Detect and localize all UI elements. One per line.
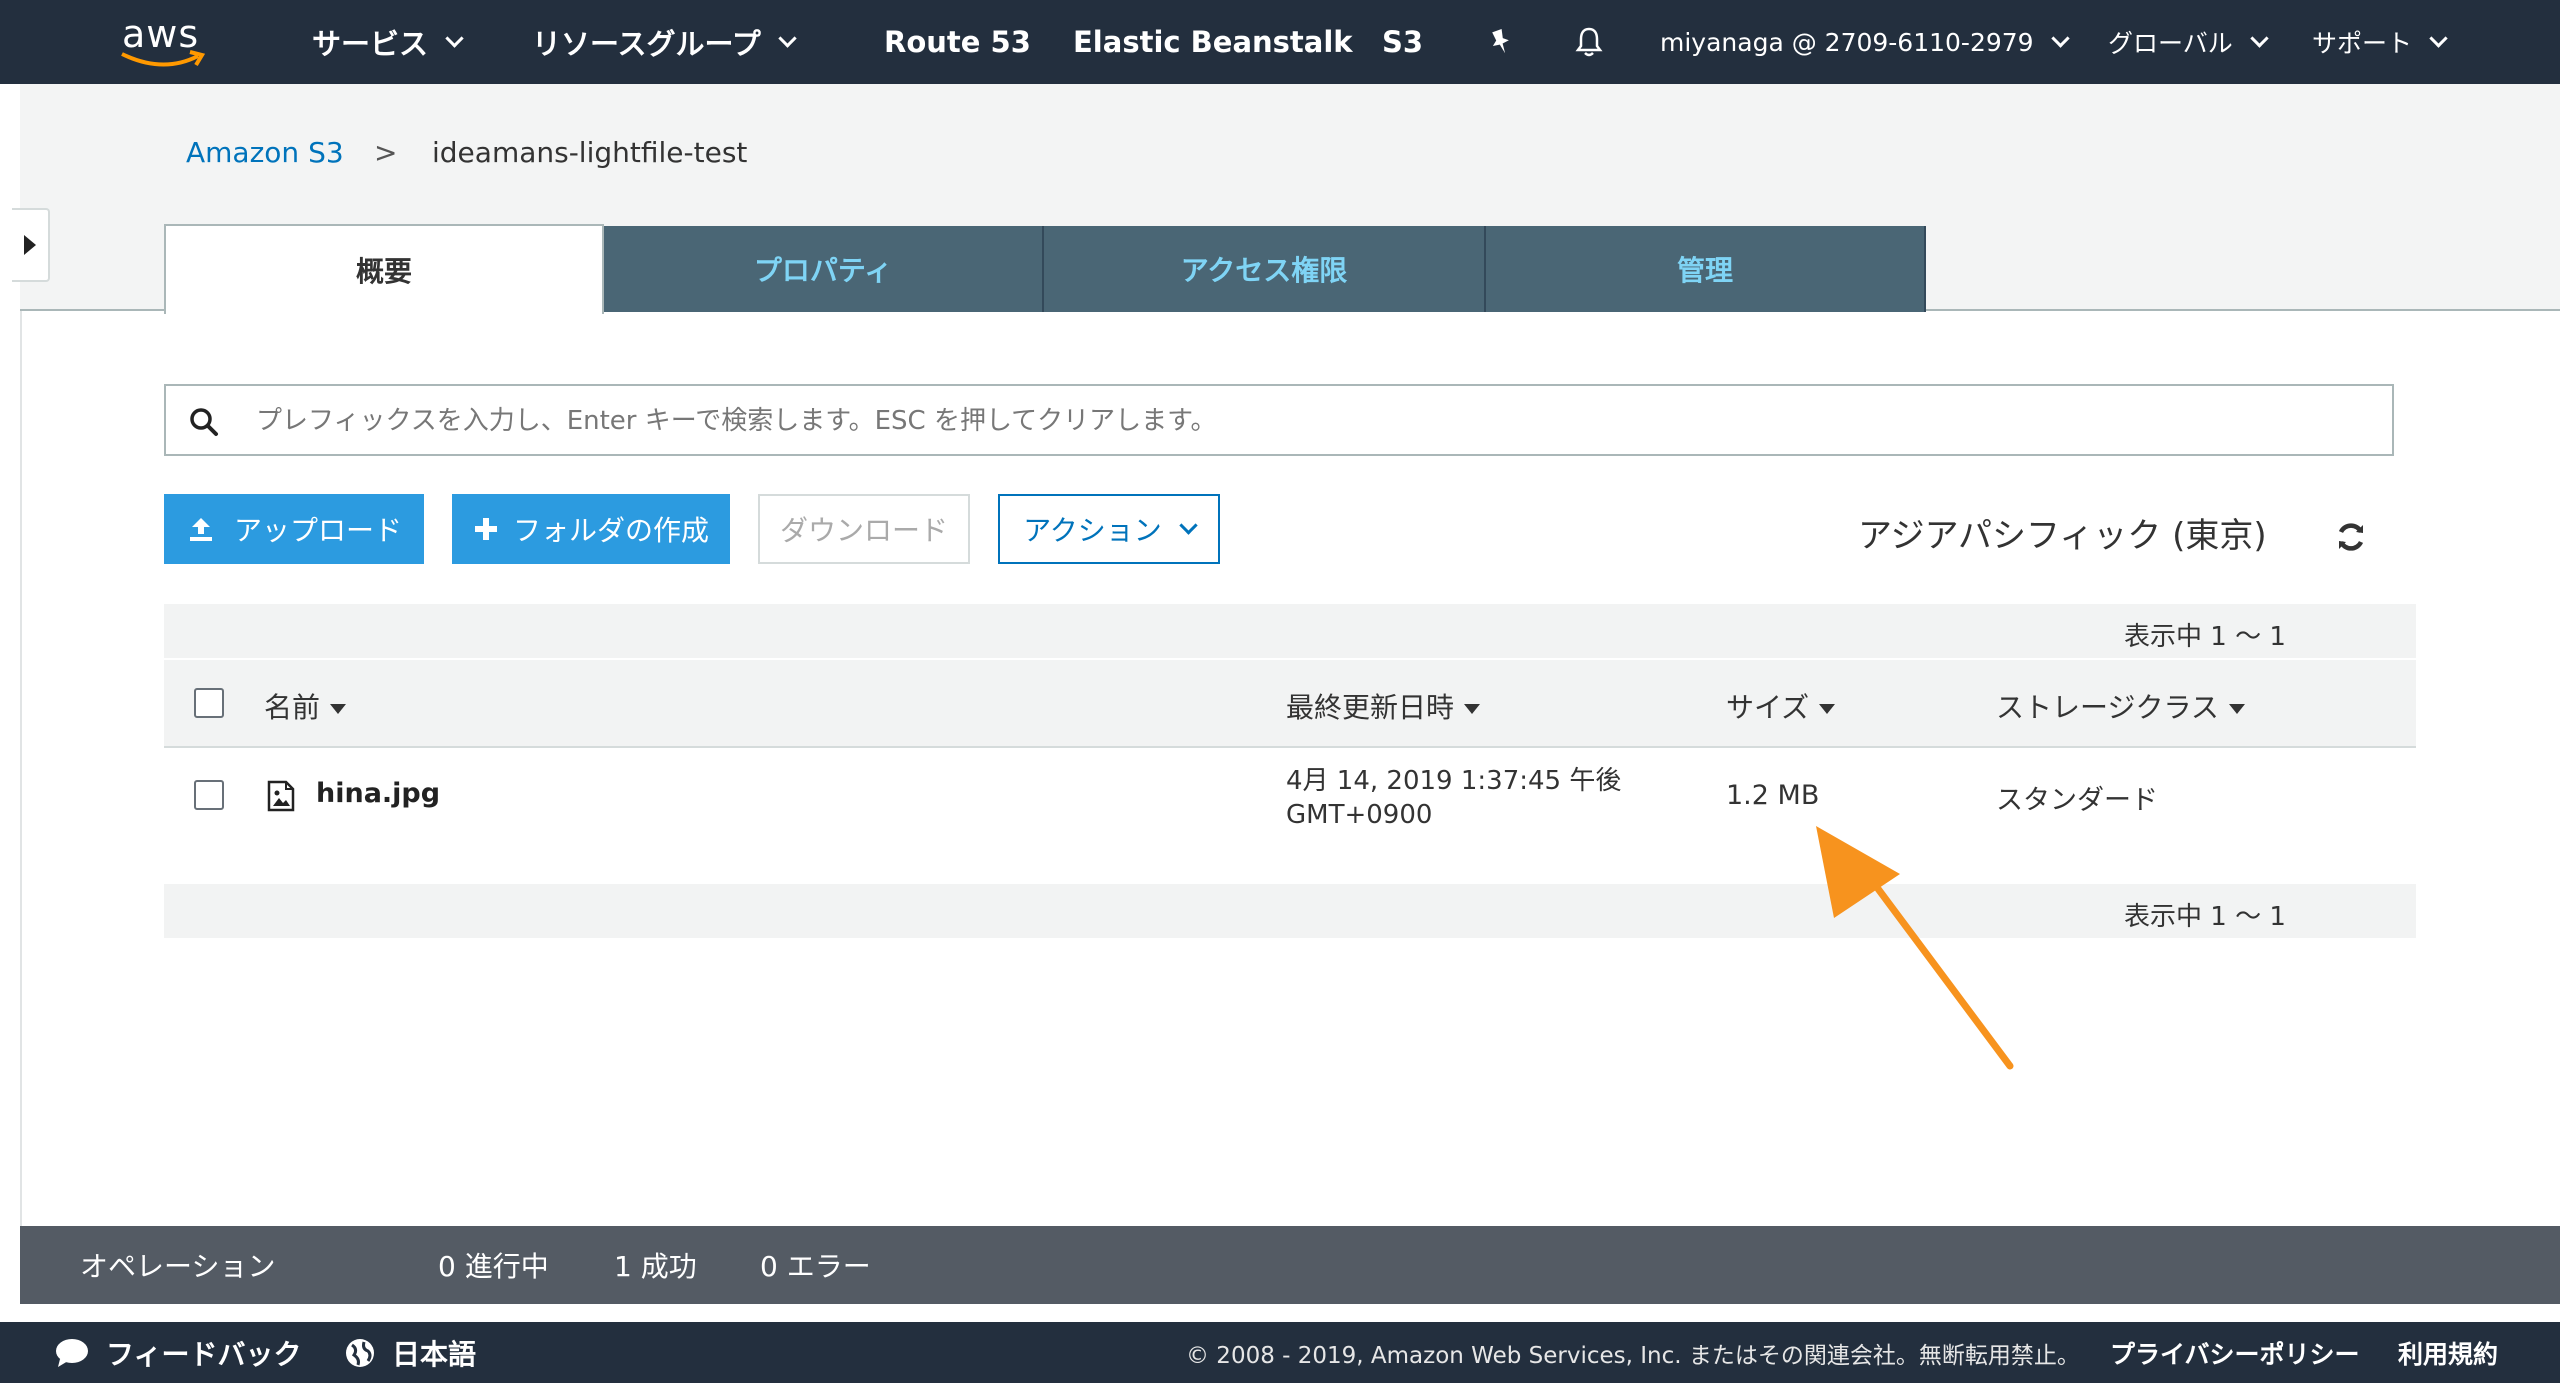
operations-success[interactable]: 1 成功 <box>614 1226 697 1304</box>
beanstalk-shortcut[interactable]: Elastic Beanstalk <box>1073 0 1353 84</box>
column-storage-label: ストレージクラス <box>1996 691 2219 724</box>
table-pager-bar <box>164 884 2416 938</box>
download-button[interactable]: ダウンロード <box>758 494 970 564</box>
column-size-label: サイズ <box>1726 691 1810 724</box>
region-menu[interactable]: グローバル <box>2108 0 2269 84</box>
column-name-label: 名前 <box>264 691 321 724</box>
annotation-arrow-icon <box>1816 826 2014 1070</box>
column-header-modified[interactable]: 最終更新日時 <box>1286 686 1481 726</box>
tab-management[interactable]: 管理 <box>1486 226 1926 312</box>
operations-bar: オペレーション 0 進行中 1 成功 0 エラー <box>20 1226 2560 1304</box>
top-navigation-bar: aws サービス リソースグループ Route 53 Elastic Beans… <box>0 0 2560 84</box>
create-folder-button[interactable]: フォルダの作成 <box>452 494 730 564</box>
operations-label[interactable]: オペレーション <box>80 1226 275 1304</box>
beanstalk-label: Elastic Beanstalk <box>1073 25 1353 59</box>
upload-label: アップロード <box>233 514 402 547</box>
pager-bottom: 表示中 1 〜 1 <box>2124 902 2286 932</box>
file-name-link[interactable]: hina.jpg <box>316 778 440 809</box>
pager-top: 表示中 1 〜 1 <box>2124 622 2286 652</box>
image-file-icon <box>267 780 295 812</box>
bell-icon-svg <box>1575 27 1603 57</box>
route53-label: Route 53 <box>884 25 1031 59</box>
account-menu[interactable]: miyanaga @ 2709-6110-2979 <box>1660 0 2070 84</box>
column-header-size[interactable]: サイズ <box>1726 686 1836 726</box>
actions-label: アクション <box>1023 514 1162 547</box>
chevron-down-icon <box>1179 515 1198 535</box>
feedback-label: フィードバック <box>106 1337 302 1371</box>
select-all-checkbox[interactable] <box>194 688 224 718</box>
table-pager-bar <box>164 604 2416 658</box>
chevron-down-icon <box>778 28 797 48</box>
feedback-link[interactable]: フィードバック <box>54 1322 301 1383</box>
column-header-name[interactable]: 名前 <box>264 686 347 726</box>
chevron-down-icon <box>2250 28 2269 48</box>
route53-shortcut[interactable]: Route 53 <box>884 0 1031 84</box>
sort-caret-icon <box>330 704 347 714</box>
search-icon <box>190 408 218 436</box>
pin-icon[interactable] <box>1486 0 1516 84</box>
terms-link[interactable]: 利用規約 <box>2398 1322 2498 1383</box>
upload-icon <box>189 518 212 541</box>
s3-shortcut[interactable]: S3 <box>1382 0 1423 84</box>
speech-bubble-icon <box>56 1338 88 1367</box>
create-folder-label: フォルダの作成 <box>512 514 709 547</box>
operations-errors[interactable]: 0 エラー <box>760 1226 871 1304</box>
operations-in-progress[interactable]: 0 進行中 <box>438 1226 549 1304</box>
services-label: サービス <box>312 27 429 61</box>
pin-icon-svg <box>1492 29 1509 54</box>
refresh-icon[interactable] <box>2334 520 2368 554</box>
resource-groups-label: リソースグループ <box>532 27 761 61</box>
search-box <box>164 384 2394 456</box>
file-size: 1.2 MB <box>1726 780 1820 811</box>
sort-caret-icon <box>2228 704 2245 714</box>
plus-icon <box>474 518 497 540</box>
region-label: グローバル <box>2108 29 2233 58</box>
region-label: アジアパシフィック (東京) <box>1858 516 2267 556</box>
copyright-text: © 2008 - 2019, Amazon Web Services, Inc.… <box>1186 1342 2080 1369</box>
tab-overview[interactable]: 概要 <box>164 224 604 314</box>
chevron-down-icon <box>445 28 464 48</box>
aws-smile-icon <box>121 50 206 67</box>
breadcrumb-current: ideamans-lightfile-test <box>432 136 748 169</box>
breadcrumb-separator: > <box>374 136 398 169</box>
modified-date: 4月 14, 2019 1:37:45 午後 <box>1286 766 1622 796</box>
account-label: miyanaga @ 2709-6110-2979 <box>1660 27 2034 57</box>
aws-logo[interactable]: aws <box>118 0 208 84</box>
breadcrumb-root-link[interactable]: Amazon S3 <box>186 136 344 169</box>
storage-class: スタンダード <box>1996 785 2158 816</box>
chevron-down-icon <box>2050 28 2070 48</box>
bell-icon[interactable] <box>1572 0 1606 84</box>
tab-divider <box>20 309 164 311</box>
support-menu[interactable]: サポート <box>2312 0 2448 84</box>
column-header-storage-class[interactable]: ストレージクラス <box>1996 686 2245 726</box>
privacy-policy-link[interactable]: プライバシーポリシー <box>2110 1322 2360 1383</box>
globe-icon <box>346 1338 374 1367</box>
chevron-down-icon <box>2429 28 2448 48</box>
sidebar-toggle[interactable] <box>12 208 50 282</box>
language-label: 日本語 <box>392 1337 477 1371</box>
prefix-search-input[interactable] <box>254 386 2378 456</box>
tab-permissions[interactable]: アクセス権限 <box>1044 226 1486 312</box>
upload-button[interactable]: アップロード <box>164 494 424 564</box>
footer: フィードバック 日本語 © 2008 - 2019, Amazon Web Se… <box>0 1322 2560 1383</box>
language-selector[interactable]: 日本語 <box>344 1322 476 1383</box>
sort-caret-icon <box>1819 704 1836 714</box>
support-label: サポート <box>2312 29 2413 58</box>
s3-label: S3 <box>1382 25 1424 59</box>
row-checkbox[interactable] <box>194 780 224 810</box>
sort-caret-icon <box>1464 704 1481 714</box>
resource-groups-menu[interactable]: リソースグループ <box>532 0 797 84</box>
actions-dropdown[interactable]: アクション <box>998 494 1220 564</box>
services-menu[interactable]: サービス <box>312 0 464 84</box>
tab-properties[interactable]: プロパティ <box>604 226 1044 312</box>
column-modified-label: 最終更新日時 <box>1286 691 1455 724</box>
modified-timezone: GMT+0900 <box>1286 800 1433 830</box>
